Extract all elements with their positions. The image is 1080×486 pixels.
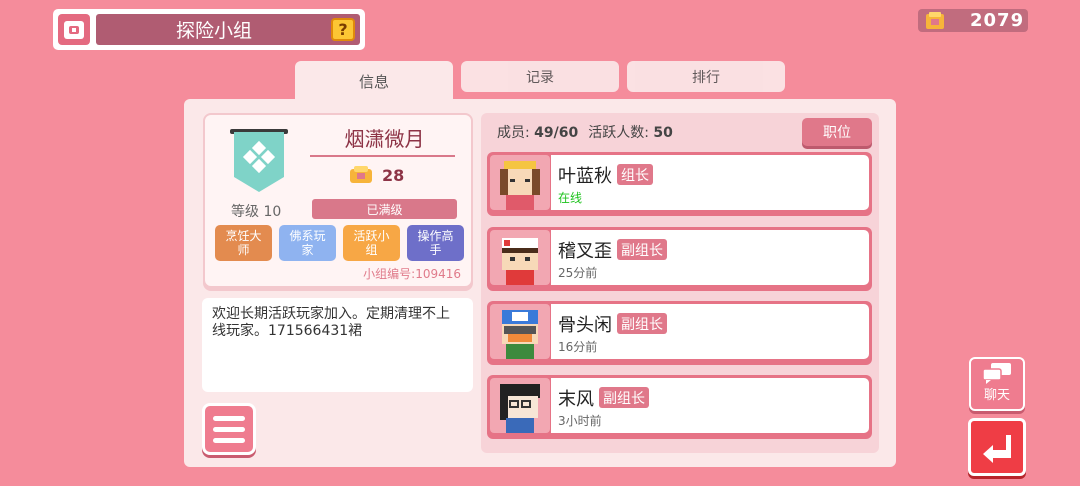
back-button[interactable] (968, 418, 1026, 476)
position-button[interactable]: 职位 (802, 118, 872, 146)
group-banner-icon (230, 129, 288, 192)
group-points: 28 (348, 165, 404, 185)
member-status: 25分前 (558, 266, 598, 280)
member-row[interactable]: 骨头闲 副组长 16分前 (487, 301, 872, 365)
member-count-label: 成员: (497, 125, 530, 141)
member-info: 叶蓝秋 组长 在线 (551, 155, 869, 210)
role-badge: 组长 (617, 164, 653, 185)
member-status: 16分前 (558, 340, 598, 354)
coin-icon (926, 12, 944, 29)
back-arrow-icon (983, 435, 1011, 463)
member-count-value: 49/60 (534, 125, 579, 141)
group-tags: 烹饪大师 佛系玩家 活跃小组 操作高手 (215, 225, 464, 261)
member-info: 稽叉歪 副组长 25分前 (551, 230, 869, 285)
avatar (490, 155, 550, 210)
tab-info[interactable]: 信息 (295, 61, 453, 101)
tag-skilled: 操作高手 (407, 225, 464, 261)
role-badge: 副组长 (617, 239, 667, 260)
tag-active: 活跃小组 (343, 225, 400, 261)
help-button[interactable]: ? (331, 18, 355, 41)
avatar (490, 304, 550, 359)
role-badge: 副组长 (617, 313, 667, 334)
page-title: 探险小组 (96, 14, 360, 45)
chat-bubble-icon (982, 363, 1011, 384)
group-description: 欢迎长期活跃玩家加入。定期清理不上线玩家。171566431裙 (202, 298, 473, 392)
tab-ranking[interactable]: 排行 (627, 61, 785, 92)
member-name: 叶蓝秋 (558, 166, 612, 187)
group-card: 烟潇微月 28 等级 10 已满级 烹饪大师 佛系玩家 活跃小组 操作高手 小组… (203, 113, 473, 288)
member-name: 稽叉歪 (558, 241, 612, 262)
member-name: 末风 (558, 389, 594, 410)
member-status: 3小时前 (558, 414, 602, 428)
member-info: 末风 副组长 3小时前 (551, 378, 869, 433)
member-row[interactable]: 末风 副组长 3小时前 (487, 375, 872, 439)
member-row[interactable]: 稽叉歪 副组长 25分前 (487, 227, 872, 291)
tag-casual: 佛系玩家 (279, 225, 336, 261)
member-name: 骨头闲 (558, 315, 612, 336)
chat-label: 聊天 (983, 388, 1010, 403)
active-count-label: 活跃人数: (588, 125, 649, 141)
group-id-value: 109416 (415, 267, 461, 281)
group-id: 小组编号:109416 (363, 265, 461, 282)
group-name: 烟潇微月 (344, 127, 425, 151)
group-id-label: 小组编号: (363, 267, 416, 281)
menu-line (213, 437, 245, 443)
member-row[interactable]: 叶蓝秋 组长 在线 (487, 152, 872, 216)
coin-counter: 2079 (918, 9, 1028, 32)
tag-cooking: 烹饪大师 (215, 225, 272, 261)
active-count: 活跃人数: 50 (588, 122, 673, 142)
member-status: 在线 (558, 191, 583, 205)
title-bar: 探险小组 ? (53, 9, 365, 50)
avatar (490, 378, 550, 433)
coin-amount: 2079 (970, 10, 1025, 31)
role-badge: 副组长 (599, 387, 649, 408)
avatar (490, 230, 550, 285)
member-stats: 成员: 49/60 活跃人数: 50 (497, 122, 673, 142)
menu-button[interactable] (202, 403, 256, 455)
menu-line (213, 426, 245, 432)
member-info: 骨头闲 副组长 16分前 (551, 304, 869, 359)
trophy-icon (350, 166, 372, 183)
divider (310, 155, 455, 157)
member-count: 成员: 49/60 (497, 122, 578, 142)
menu-line (213, 415, 245, 421)
tab-records[interactable]: 记录 (461, 61, 619, 92)
active-count-value: 50 (653, 125, 673, 141)
chat-button[interactable]: 聊天 (969, 357, 1025, 411)
group-logo-icon (58, 14, 90, 45)
points-value: 28 (382, 165, 405, 185)
group-level: 等级 10 (231, 204, 282, 220)
level-status-badge: 已满级 (312, 199, 457, 219)
